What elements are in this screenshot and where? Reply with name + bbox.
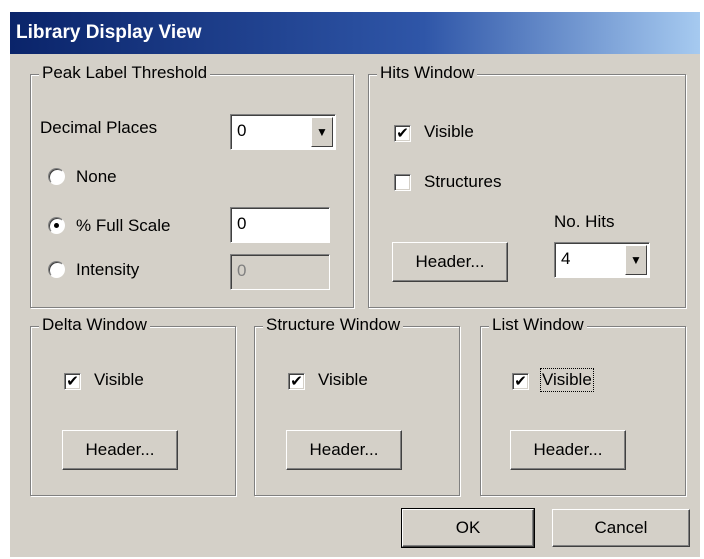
decimal-places-value: 0 bbox=[237, 121, 247, 140]
delta-header-button[interactable]: Header... bbox=[62, 430, 178, 470]
intensity-label: Intensity bbox=[76, 260, 140, 279]
peak-label-threshold-legend: Peak Label Threshold bbox=[39, 63, 211, 83]
list-window-legend: List Window bbox=[489, 315, 587, 335]
structure-window-legend: Structure Window bbox=[263, 315, 404, 335]
delta-window-group: Delta Window bbox=[30, 315, 236, 496]
full-scale-radio[interactable] bbox=[48, 217, 65, 234]
list-window-group: List Window bbox=[480, 315, 686, 496]
hits-structures-checkbox[interactable] bbox=[394, 174, 411, 191]
intensity-input: 0 bbox=[230, 254, 330, 290]
ok-button[interactable]: OK bbox=[401, 508, 535, 548]
decimal-places-combo[interactable]: 0 ▼ bbox=[230, 114, 336, 150]
full-scale-input[interactable]: 0 bbox=[230, 207, 330, 243]
full-scale-label: % Full Scale bbox=[76, 216, 171, 235]
decimal-places-label: Decimal Places bbox=[40, 118, 158, 137]
no-hits-value: 4 bbox=[561, 249, 571, 268]
list-visible-label: Visible bbox=[540, 368, 594, 392]
none-radio[interactable] bbox=[48, 168, 65, 185]
delta-visible-label: Visible bbox=[94, 370, 144, 389]
structure-header-button[interactable]: Header... bbox=[286, 430, 402, 470]
hits-header-button[interactable]: Header... bbox=[392, 242, 508, 282]
intensity-radio[interactable] bbox=[48, 261, 65, 278]
no-hits-dropdown-arrow-icon[interactable]: ▼ bbox=[625, 245, 647, 275]
hits-visible-checkbox[interactable]: ✔ bbox=[394, 125, 411, 142]
none-label: None bbox=[76, 167, 117, 186]
library-display-view-dialog: Library Display View Peak Label Threshol… bbox=[10, 12, 700, 557]
window-title: Library Display View bbox=[10, 12, 700, 54]
no-hits-label: No. Hits bbox=[554, 212, 615, 231]
list-header-button[interactable]: Header... bbox=[510, 430, 626, 470]
structure-visible-label: Visible bbox=[318, 370, 368, 389]
delta-visible-checkbox[interactable]: ✔ bbox=[64, 373, 81, 390]
delta-window-legend: Delta Window bbox=[39, 315, 150, 335]
structure-window-group: Structure Window bbox=[254, 315, 460, 496]
list-visible-checkbox[interactable]: ✔ bbox=[512, 373, 529, 390]
hits-structures-label: Structures bbox=[424, 172, 502, 191]
hits-window-legend: Hits Window bbox=[377, 63, 478, 83]
structure-visible-checkbox[interactable]: ✔ bbox=[288, 373, 305, 390]
hits-visible-label: Visible bbox=[424, 122, 474, 141]
no-hits-combo[interactable]: 4 ▼ bbox=[554, 242, 650, 278]
decimal-places-dropdown-arrow-icon[interactable]: ▼ bbox=[311, 117, 333, 147]
cancel-button[interactable]: Cancel bbox=[552, 509, 690, 547]
